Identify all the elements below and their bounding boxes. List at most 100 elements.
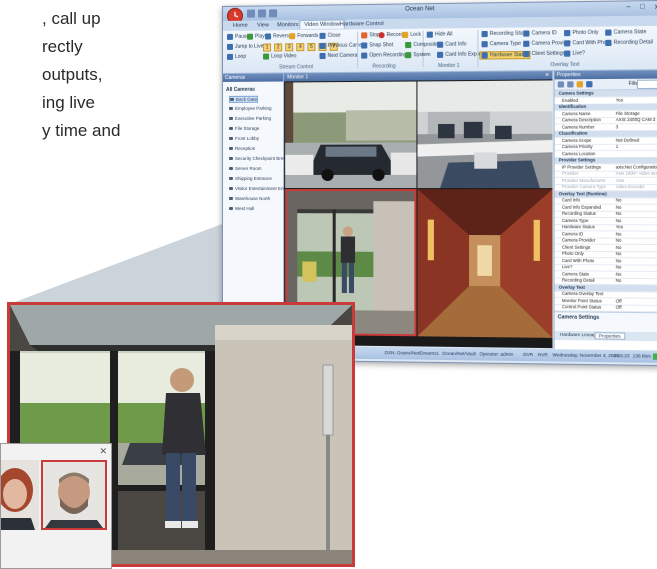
video-tile-hallway[interactable] [417, 189, 552, 338]
property-key: Camera Number [562, 124, 595, 130]
composite-icon [405, 42, 411, 48]
property-value[interactable]: Yes [616, 97, 623, 103]
tab-home[interactable]: Home [229, 22, 252, 30]
woman-photo [1, 460, 39, 530]
property-key: Recording Detail [562, 277, 595, 284]
property-value[interactable]: Off [616, 298, 622, 304]
lock-button[interactable]: Lock [402, 32, 421, 38]
camera-item[interactable]: Employee Parking [229, 106, 272, 111]
categorize-icon[interactable] [558, 81, 564, 87]
next-camera-button[interactable]: Next Camera [319, 53, 357, 59]
property-value[interactable]: Video Encoder [616, 184, 645, 190]
camera-item[interactable]: West Hall [229, 206, 254, 211]
save-icon[interactable] [586, 81, 592, 87]
overlay-icon [605, 40, 611, 46]
camera-type-button[interactable]: Camera Type [482, 41, 521, 48]
property-value[interactable]: AXIS 2400Q CAM 3 [616, 117, 656, 123]
camera-state-button[interactable]: Camera State [605, 29, 646, 36]
property-value[interactable]: 1 [616, 144, 618, 150]
status-date: Wednesday, November 4, 2009 [552, 352, 618, 358]
property-value[interactable]: No [616, 231, 622, 237]
camera-item[interactable]: Shipping Entrance [229, 176, 272, 181]
property-value[interactable]: No [616, 244, 622, 250]
properties-icon[interactable] [577, 81, 583, 87]
pause-button[interactable]: Pause [227, 34, 249, 40]
client-settings-button[interactable]: Client Settings [523, 51, 565, 58]
cameras-panel-title: Cameras [223, 73, 283, 82]
property-value[interactable]: No [616, 204, 622, 210]
camera-item[interactable]: Executive Parking [229, 116, 271, 121]
property-value[interactable]: 3 [616, 124, 618, 130]
play-button[interactable]: Play [247, 34, 265, 40]
property-value[interactable]: No [616, 278, 622, 284]
tab-properties[interactable]: Properties [595, 332, 625, 340]
property-value[interactable]: No [616, 264, 622, 270]
maximize-button[interactable]: □ [640, 3, 645, 10]
camera-item[interactable]: Security Checkpoint Breva [229, 156, 288, 161]
property-value[interactable]: Not Defined [616, 137, 639, 143]
all-cameras-header[interactable]: All Cameras [226, 87, 255, 93]
camera-item[interactable]: Back Gate [229, 96, 258, 103]
snap-shot-button[interactable]: Snap Shot [361, 42, 393, 48]
camera-4-button[interactable]: 4 [296, 43, 304, 51]
previous-camera-button[interactable]: Previous Camera [319, 42, 366, 49]
card-with-photo-button[interactable]: Card With Photo [564, 40, 611, 47]
filter-input[interactable] [637, 80, 657, 90]
close-icon[interactable]: ✕ [545, 71, 549, 79]
property-value[interactable]: No [616, 218, 622, 224]
property-value[interactable]: No [616, 238, 622, 244]
close-stream-button[interactable]: Close [319, 33, 340, 39]
camera-item[interactable]: File Storage [229, 126, 259, 131]
tab-hardware-control[interactable]: Hardware Control [336, 20, 388, 29]
minimize-button[interactable]: – [626, 3, 630, 10]
photo-only-button[interactable]: Photo Only [564, 30, 599, 37]
record-button[interactable]: Record [379, 32, 404, 38]
redo-icon[interactable] [269, 9, 277, 17]
camera-2-button[interactable]: 2 [274, 43, 282, 51]
property-value[interactable]: Off [616, 305, 622, 311]
property-value[interactable]: Yes [616, 224, 623, 230]
button-label: Card Info [445, 41, 466, 47]
jump-button[interactable]: Loop [227, 54, 246, 60]
card-info-button[interactable]: Card Info [437, 41, 467, 47]
save-icon[interactable] [247, 10, 255, 18]
hide-all-button[interactable]: Hide All [427, 31, 453, 37]
video-tile-office[interactable] [417, 80, 552, 188]
camera-item[interactable]: Reception [229, 146, 255, 151]
video-tile-parking[interactable] [285, 81, 416, 188]
camera-item[interactable]: Server Room [229, 166, 262, 171]
camera-item[interactable]: Front Lobby [229, 136, 259, 141]
property-value[interactable]: No [616, 211, 622, 217]
property-key: Client Settings [562, 244, 590, 250]
undo-icon[interactable] [258, 9, 266, 17]
open-recording-button[interactable]: Open Recording [361, 52, 406, 59]
camera-5-button[interactable]: 5 [307, 43, 315, 51]
camera-id-button[interactable]: Camera ID [523, 30, 557, 37]
tab-monitors[interactable]: Monitors [273, 21, 302, 29]
camera-1-button[interactable]: 1 [263, 43, 271, 51]
camera-3-button[interactable]: 3 [285, 43, 293, 51]
loop-video-button[interactable]: Loop Video [263, 53, 296, 59]
jump-to-live-button[interactable]: Jump to Live [227, 44, 263, 50]
composite-button[interactable]: Composite [405, 42, 438, 48]
property-value[interactable]: No [616, 258, 622, 264]
property-value[interactable]: No [616, 197, 622, 203]
property-value[interactable]: File Storage [616, 110, 640, 116]
property-value[interactable]: axis:Net Configuration [616, 164, 657, 170]
sort-icon[interactable] [567, 81, 573, 87]
forwards-button[interactable]: Forwards [289, 33, 318, 39]
property-value[interactable]: Axis [616, 177, 624, 183]
system-button[interactable]: System [405, 52, 430, 58]
overlay-icon [564, 30, 570, 36]
face-photo-selected[interactable] [41, 460, 107, 530]
close-icon[interactable]: ✕ [99, 446, 107, 457]
property-value[interactable]: Axis 2400+ video server [616, 171, 657, 177]
stop-button[interactable]: Stop [361, 32, 380, 38]
tab-view[interactable]: View [253, 21, 273, 29]
live-button[interactable]: Live? [564, 50, 585, 56]
recording-detail-button[interactable]: Recording Detail [605, 39, 653, 46]
property-value[interactable]: No [616, 251, 622, 257]
property-value[interactable]: No [616, 271, 622, 277]
reverse-button[interactable]: Reverse [265, 33, 292, 39]
camera-item[interactable]: Warehouse North [229, 196, 270, 201]
